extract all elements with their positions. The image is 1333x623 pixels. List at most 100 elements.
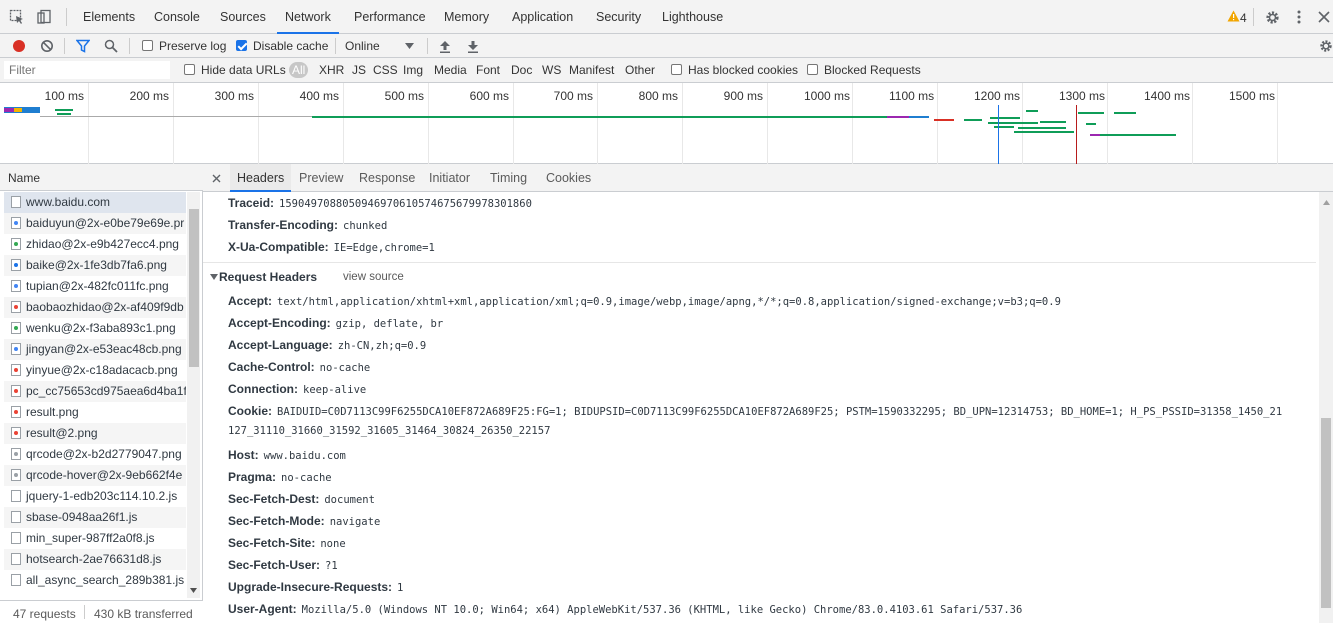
detail-tab-initiator[interactable]: Initiator — [429, 164, 470, 192]
section-divider — [203, 262, 1316, 263]
preserve-log-checkbox[interactable] — [142, 40, 153, 51]
details-scroll-thumb[interactable] — [1321, 418, 1331, 608]
scroll-down-arrow-icon[interactable] — [188, 585, 199, 595]
tab-network[interactable]: Network — [277, 0, 339, 34]
tab-application[interactable]: Application — [512, 0, 573, 34]
disable-cache-label[interactable]: Disable cache — [253, 39, 328, 53]
filter-type-css[interactable]: CSS — [373, 63, 398, 77]
filter-type-img[interactable]: Img — [403, 63, 423, 77]
request-row[interactable]: tupian@2x-482fc011fc.png — [4, 276, 186, 297]
close-devtools-icon[interactable] — [1316, 8, 1332, 26]
filter-type-font[interactable]: Font — [476, 63, 500, 77]
request-row[interactable]: hotsearch-2ae76631d8.js — [4, 549, 186, 570]
network-settings-gear-icon[interactable] — [1318, 38, 1333, 54]
request-name: qrcode@2x-b2d2779047.png — [26, 447, 182, 461]
request-row[interactable]: jquery-1-edb203c114.10.2.js — [4, 486, 186, 507]
close-details-icon[interactable] — [210, 172, 222, 184]
inspect-element-icon[interactable] — [8, 8, 26, 26]
filter-type-doc[interactable]: Doc — [511, 63, 532, 77]
tab-performance[interactable]: Performance — [354, 0, 426, 34]
filter-type-other[interactable]: Other — [625, 63, 655, 77]
blocked-requests-label[interactable]: Blocked Requests — [824, 63, 921, 77]
has-blocked-cookies-checkbox[interactable] — [671, 64, 682, 75]
request-headers-title[interactable]: Request Headers — [219, 270, 317, 284]
request-row[interactable]: www.baidu.com — [4, 192, 186, 213]
detail-tab-cookies[interactable]: Cookies — [546, 164, 591, 192]
image-file-icon — [11, 364, 21, 376]
import-har-icon[interactable] — [438, 38, 452, 54]
warning-icon[interactable] — [1226, 9, 1240, 23]
chevron-down-icon[interactable] — [403, 39, 415, 53]
request-row[interactable]: jingyan@2x-e53eac48cb.png — [4, 339, 186, 360]
request-row[interactable]: result@2.png — [4, 423, 186, 444]
more-options-icon[interactable] — [1292, 8, 1306, 26]
record-icon[interactable] — [11, 38, 27, 54]
header-value: none — [320, 538, 346, 550]
filter-type-ws[interactable]: WS — [542, 63, 561, 77]
name-column-header[interactable]: Name — [0, 164, 203, 191]
timeline-tick-label: 200 ms — [129, 89, 169, 103]
preserve-log-label[interactable]: Preserve log — [159, 39, 226, 53]
view-source-link[interactable]: view source — [343, 271, 404, 283]
disable-cache-checkbox[interactable] — [236, 40, 247, 51]
export-har-icon[interactable] — [466, 38, 480, 54]
request-row[interactable]: baike@2x-1fe3db7fa6.png — [4, 255, 186, 276]
collapse-triangle-icon[interactable] — [209, 272, 218, 281]
detail-tab-timing[interactable]: Timing — [490, 164, 527, 192]
hide-data-urls-label[interactable]: Hide data URLs — [201, 63, 286, 77]
request-name: qrcode-hover@2x-9eb662f4e — [26, 468, 183, 482]
header-name: Traceid: — [228, 196, 275, 210]
request-row[interactable]: zhidao@2x-e9b427ecc4.png — [4, 234, 186, 255]
filter-type-media[interactable]: Media — [434, 63, 467, 77]
tab-memory[interactable]: Memory — [444, 0, 489, 34]
request-row[interactable]: qrcode-hover@2x-9eb662f4e — [4, 465, 186, 486]
request-name: hotsearch-2ae76631d8.js — [26, 552, 162, 566]
request-row[interactable]: result.png — [4, 402, 186, 423]
filter-type-manifest[interactable]: Manifest — [569, 63, 614, 77]
throttling-select[interactable]: Online — [345, 39, 380, 53]
request-name: zhidao@2x-e9b427ecc4.png — [26, 237, 179, 251]
warning-count[interactable]: 4 — [1240, 11, 1247, 25]
request-row[interactable]: qrcode@2x-b2d2779047.png — [4, 444, 186, 465]
request-row[interactable]: baiduyun@2x-e0be79e69e.pr — [4, 213, 186, 234]
request-row[interactable]: wenku@2x-f3aba893c1.png — [4, 318, 186, 339]
detail-tab-preview[interactable]: Preview — [299, 164, 343, 192]
timeline-bar — [1026, 110, 1038, 112]
filter-type-all[interactable]: All — [289, 62, 309, 78]
request-count: 47 requests — [13, 607, 76, 621]
timeline-gridline — [767, 83, 768, 164]
request-row[interactable]: sbase-0948aa26f1.js — [4, 507, 186, 528]
request-name: pc_cc75653cd975aea6d4ba1f. — [26, 384, 186, 398]
scroll-up-arrow-icon[interactable] — [1321, 197, 1331, 207]
request-name: tupian@2x-482fc011fc.png — [26, 279, 169, 293]
detail-tab-response[interactable]: Response — [359, 164, 415, 192]
timeline-bar — [1040, 121, 1066, 123]
detail-tab-headers[interactable]: Headers — [230, 164, 292, 192]
tab-lighthouse[interactable]: Lighthouse — [662, 0, 723, 34]
hide-data-urls-checkbox[interactable] — [184, 64, 195, 75]
device-toolbar-icon[interactable] — [35, 8, 53, 26]
timeline-tick-label: 900 ms — [723, 89, 763, 103]
request-row[interactable]: all_async_search_289b381.js — [4, 570, 186, 591]
settings-gear-icon[interactable] — [1263, 8, 1281, 26]
request-row[interactable]: min_super-987ff2a0f8.js — [4, 528, 186, 549]
tab-console[interactable]: Console — [154, 0, 200, 34]
header-line: Pragma: no-cache — [228, 470, 332, 484]
filter-type-js[interactable]: JS — [352, 63, 366, 77]
filter-input[interactable] — [4, 61, 170, 79]
tab-elements[interactable]: Elements — [83, 0, 135, 34]
clear-icon[interactable] — [39, 38, 55, 54]
search-icon[interactable] — [103, 38, 119, 54]
filter-icon[interactable] — [75, 38, 91, 54]
filter-type-xhr[interactable]: XHR — [319, 63, 344, 77]
request-row[interactable]: yinyue@2x-c18adacacb.png — [4, 360, 186, 381]
request-list-scroll-thumb[interactable] — [189, 209, 199, 367]
blocked-requests-checkbox[interactable] — [807, 64, 818, 75]
network-overview-timeline[interactable]: 100 ms 200 ms 300 ms 400 ms 500 ms 600 ms 700 … — [0, 83, 1333, 164]
has-blocked-cookies-label[interactable]: Has blocked cookies — [688, 63, 798, 77]
request-row[interactable]: baobaozhidao@2x-af409f9db — [4, 297, 186, 318]
tab-security[interactable]: Security — [596, 0, 641, 34]
tab-sources[interactable]: Sources — [220, 0, 266, 34]
header-name: Cookie: — [228, 404, 273, 418]
request-row[interactable]: pc_cc75653cd975aea6d4ba1f. — [4, 381, 186, 402]
